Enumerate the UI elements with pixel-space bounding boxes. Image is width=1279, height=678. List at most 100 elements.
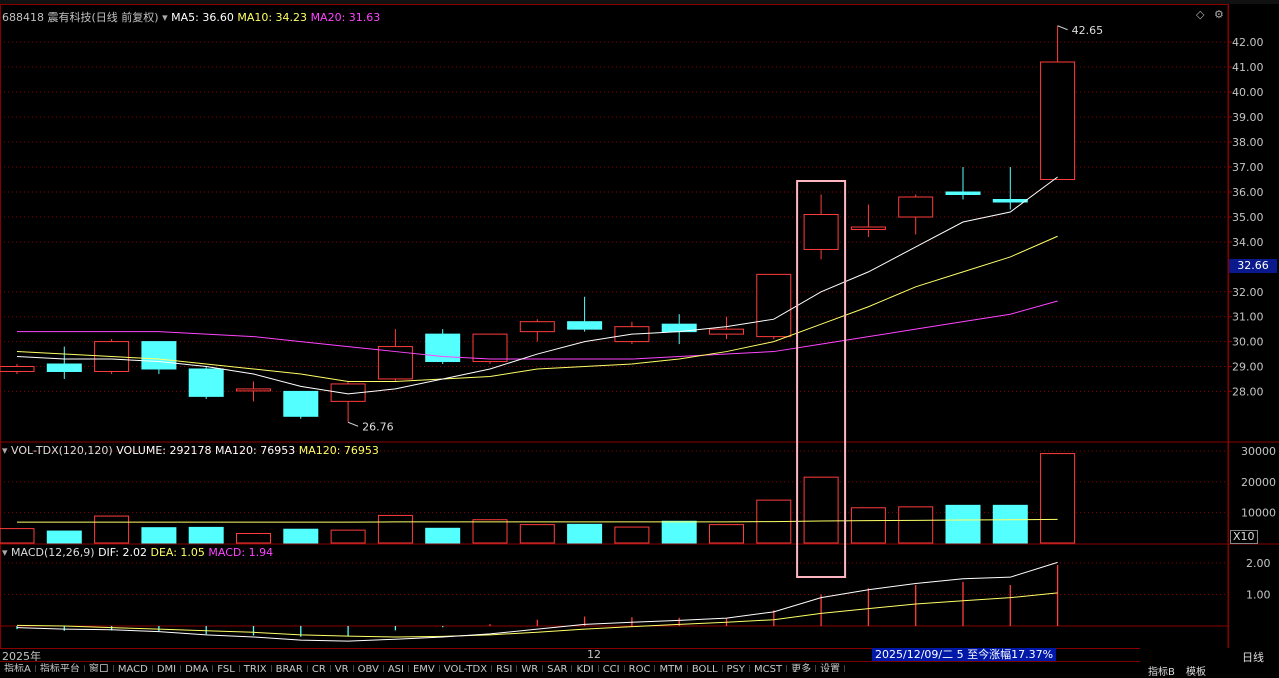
volume-bar xyxy=(46,530,82,544)
volume-bar xyxy=(94,515,130,544)
price-tick-label: 39.00 xyxy=(1232,111,1264,124)
candle-body xyxy=(141,341,177,370)
dea-line xyxy=(16,592,1058,638)
volume-bar xyxy=(472,519,508,544)
price-tick-label: 30.00 xyxy=(1232,336,1264,349)
ma5-label: MA5: 36.60 xyxy=(171,11,234,24)
candle-body xyxy=(850,226,886,230)
volume-bar xyxy=(377,514,413,544)
volume-bar xyxy=(330,529,366,544)
price-tick-label: 35.00 xyxy=(1232,211,1264,224)
candle-body xyxy=(709,328,744,335)
candle xyxy=(188,366,224,399)
volume-bar xyxy=(614,526,650,544)
candle-body xyxy=(46,363,82,372)
vol-indicator-label[interactable]: VOL-TDX(120,120) xyxy=(11,444,113,457)
expand-icon[interactable]: ▾ xyxy=(2,546,8,559)
volume-bar xyxy=(661,520,697,544)
candle-body xyxy=(472,333,508,363)
candle-body xyxy=(0,366,35,372)
volume-bar xyxy=(898,506,934,544)
volume-bar xyxy=(188,526,224,544)
macd-tick-label: 2.00 xyxy=(1246,557,1271,570)
ma10-label: MA10: 34.23 xyxy=(237,11,308,24)
candle xyxy=(236,381,271,402)
high-pointer xyxy=(1057,25,1068,31)
price-tick-label: 29.00 xyxy=(1232,361,1264,374)
expand-icon[interactable]: ▾ xyxy=(162,11,168,24)
volume-bar xyxy=(709,524,744,544)
chart-period: (日线 前复权) xyxy=(91,11,159,24)
candle-body xyxy=(188,368,224,397)
volume-bar xyxy=(141,527,177,544)
macd-panel-header: ▾ MACD(12,26,9) DIF: 2.02 DEA: 1.05 MACD… xyxy=(2,546,273,559)
month-label: 12 xyxy=(587,648,601,661)
candle-body xyxy=(992,199,1028,203)
price-tick-label: 37.00 xyxy=(1232,161,1264,174)
settings-icon[interactable]: ⚙ xyxy=(1214,8,1224,21)
indicator-tab-bar: 指标A 指标平台 窗口 MACD DMI DMA FSL TRIX BRAR CR VR OBV ASI… xyxy=(0,661,1140,672)
diamond-icon[interactable]: ◇ xyxy=(1196,8,1204,21)
volume-bar xyxy=(236,533,271,544)
candle-body xyxy=(567,321,603,330)
volume-bar xyxy=(945,504,981,544)
candle-body xyxy=(519,321,555,333)
price-tick-label: 41.00 xyxy=(1232,61,1264,74)
current-price-badge: 32.66 xyxy=(1229,259,1277,273)
tab-daily[interactable]: 日线 xyxy=(1242,649,1264,665)
candle xyxy=(425,329,461,365)
volume-bar xyxy=(1040,453,1076,544)
candle xyxy=(519,319,555,342)
candle xyxy=(377,329,413,382)
candle-body xyxy=(1040,61,1076,180)
vol-ma120-a: MA120: 76953 xyxy=(214,444,296,457)
candle xyxy=(283,390,319,419)
candle xyxy=(0,364,35,374)
candle xyxy=(945,167,981,200)
volume-bar xyxy=(0,528,35,544)
expand-icon[interactable]: ▾ xyxy=(2,444,8,457)
volume-tick-label: 30000 xyxy=(1241,445,1276,458)
candle xyxy=(1040,25,1076,180)
candle xyxy=(330,381,366,423)
candle-body xyxy=(283,390,319,417)
volume-multiplier: X10 xyxy=(1230,530,1258,544)
volume-tick-label: 20000 xyxy=(1241,476,1276,489)
price-tick-label: 42.00 xyxy=(1232,36,1264,49)
price-tick-label: 38.00 xyxy=(1232,136,1264,149)
candle-body xyxy=(945,191,981,195)
kline-chart[interactable]: 42.00 41.00 40.00 39.00 38.00 37.00 36.00 35.00… xyxy=(0,0,1279,671)
dea-value: DEA: 1.05 xyxy=(150,546,205,559)
ma20-label: MA20: 31.63 xyxy=(310,11,381,24)
vol-ma120-b: MA120: 76953 xyxy=(298,444,379,457)
candle xyxy=(567,296,603,332)
volume-bar xyxy=(992,504,1028,544)
volume-value: VOLUME: 292178 xyxy=(116,444,212,457)
candle xyxy=(850,204,886,237)
volume-bar xyxy=(283,528,319,544)
price-tick-label: 40.00 xyxy=(1232,86,1264,99)
volume-tick-label: 10000 xyxy=(1241,506,1276,519)
stock-symbol: 688418 xyxy=(2,11,44,24)
range-status-bar: 2025/12/09/二 5 至今涨幅17.37% xyxy=(872,648,1057,662)
price-tick-label: 34.00 xyxy=(1232,236,1264,249)
volume-panel-header: ▾ VOL-TDX(120,120) VOLUME: 292178 MA120:… xyxy=(2,444,379,457)
price-tick-label: 31.00 xyxy=(1232,311,1264,324)
candle xyxy=(898,194,934,235)
candle xyxy=(614,321,650,345)
panel-controls: ◇ ⚙ xyxy=(1196,8,1224,21)
stock-name: 震有科技 xyxy=(47,11,92,24)
candle xyxy=(661,314,697,345)
candle xyxy=(803,194,839,260)
price-tick-label: 32.00 xyxy=(1232,286,1264,299)
price-panel-header: 688418 震有科技(日线 前复权) ▾ MA5: 36.60 MA10: 3… xyxy=(2,9,380,25)
volume-bar xyxy=(850,507,886,544)
candle xyxy=(141,341,177,374)
candle xyxy=(756,273,792,340)
candle-body xyxy=(756,273,792,338)
price-tick-label: 28.00 xyxy=(1232,385,1264,398)
candle-body xyxy=(236,388,271,392)
macd-value: MACD: 1.94 xyxy=(208,546,274,559)
macd-tick-label: 1.00 xyxy=(1246,589,1271,602)
macd-indicator-label[interactable]: MACD(12,26,9) xyxy=(11,546,95,559)
